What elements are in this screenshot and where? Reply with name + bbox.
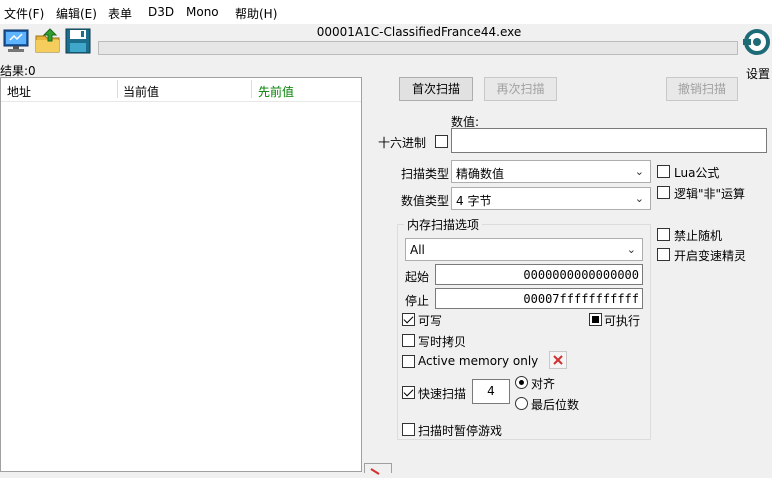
column-separator[interactable] [251, 80, 252, 98]
last-digits-label[interactable]: 最后位数 [531, 396, 579, 413]
disable-random-label[interactable]: 禁止随机 [674, 227, 722, 244]
disable-random-checkbox[interactable] [657, 228, 670, 241]
value-input[interactable] [451, 128, 767, 153]
chevron-down-icon: ⌄ [634, 192, 644, 205]
process-title: 00001A1C-ClassifiedFrance44.exe [316, 25, 522, 39]
header-divider [1, 101, 361, 102]
column-address[interactable]: 地址 [7, 83, 31, 100]
active-memory-label[interactable]: Active memory only [418, 354, 538, 368]
delete-x-icon[interactable] [549, 351, 567, 369]
align-radio[interactable] [515, 376, 528, 389]
align-label[interactable]: 对齐 [531, 375, 555, 392]
lua-formula-checkbox[interactable] [657, 165, 670, 178]
pause-game-label[interactable]: 扫描时暂停游戏 [418, 422, 502, 439]
computer-icon[interactable] [2, 27, 30, 55]
column-previous-value[interactable]: 先前值 [258, 83, 294, 100]
speedhack-label[interactable]: 开启变速精灵 [674, 247, 746, 264]
logic-not-label[interactable]: 逻辑"非"运算 [674, 185, 745, 202]
menu-d3d[interactable]: D3D [148, 5, 174, 19]
active-memory-checkbox[interactable] [402, 355, 415, 368]
memory-scan-options-title: 内存扫描选项 [404, 216, 483, 233]
scan-progress-bar [98, 41, 738, 55]
undo-scan-button[interactable]: 撤销扫描 [666, 77, 738, 101]
scan-type-value: 精确数值 [456, 167, 505, 181]
stop-address-input[interactable]: 00007fffffffffff [435, 288, 643, 309]
value-type-value: 4 字节 [456, 194, 492, 208]
hex-checkbox[interactable] [435, 135, 448, 148]
scan-type-select[interactable]: 精确数值 ⌄ [451, 160, 651, 183]
menu-file[interactable]: 文件(F) [4, 5, 44, 22]
chevron-down-icon: ⌄ [634, 165, 644, 178]
chevron-down-icon: ⌄ [626, 243, 636, 256]
fast-scan-input[interactable]: 4 [472, 379, 510, 404]
lua-formula-label[interactable]: Lua公式 [674, 164, 719, 181]
writable-label[interactable]: 可写 [418, 312, 442, 329]
menu-bar: 文件(F) 编辑(E) 表单 D3D Mono 帮助(H) [0, 0, 772, 24]
writable-checkbox[interactable] [402, 313, 415, 326]
value-type-label: 数值类型 [401, 194, 450, 208]
value-type-select[interactable]: 4 字节 ⌄ [451, 187, 651, 210]
memory-region-value: All [410, 243, 425, 257]
fast-scan-checkbox[interactable] [402, 386, 415, 399]
memory-region-select[interactable]: All ⌄ [405, 238, 643, 261]
scan-type-label: 扫描类型 [401, 167, 450, 181]
first-scan-button[interactable]: 首次扫描 [399, 77, 473, 101]
menu-help[interactable]: 帮助(H) [235, 5, 277, 22]
start-address-input[interactable]: 0000000000000000 [435, 264, 643, 285]
menu-edit[interactable]: 编辑(E) [56, 5, 97, 22]
logic-not-checkbox[interactable] [657, 186, 670, 199]
column-separator[interactable] [117, 80, 118, 98]
settings-icon[interactable] [743, 26, 770, 60]
copy-on-write-checkbox[interactable] [402, 334, 415, 347]
hex-label: 十六进制 [378, 136, 427, 150]
next-scan-button[interactable]: 再次扫描 [484, 77, 557, 101]
copy-on-write-label[interactable]: 写时拷贝 [418, 333, 466, 350]
settings-label[interactable]: 设置 [746, 65, 770, 82]
last-digits-radio[interactable] [515, 397, 528, 410]
stop-address-label: 停止 [405, 294, 430, 308]
speedhack-checkbox[interactable] [657, 248, 670, 261]
menu-table[interactable]: 表单 [108, 5, 132, 22]
executable-checkbox[interactable] [589, 313, 602, 326]
executable-label[interactable]: 可执行 [604, 312, 640, 329]
menu-mono[interactable]: Mono [186, 5, 219, 19]
column-current-value[interactable]: 当前值 [123, 83, 159, 100]
open-folder-icon[interactable] [34, 27, 62, 55]
save-icon[interactable] [64, 27, 92, 55]
fast-scan-label[interactable]: 快速扫描 [418, 385, 466, 402]
start-address-label: 起始 [405, 270, 430, 284]
pause-game-checkbox[interactable] [402, 423, 415, 436]
results-list[interactable]: 地址 当前值 先前值 [0, 77, 362, 472]
